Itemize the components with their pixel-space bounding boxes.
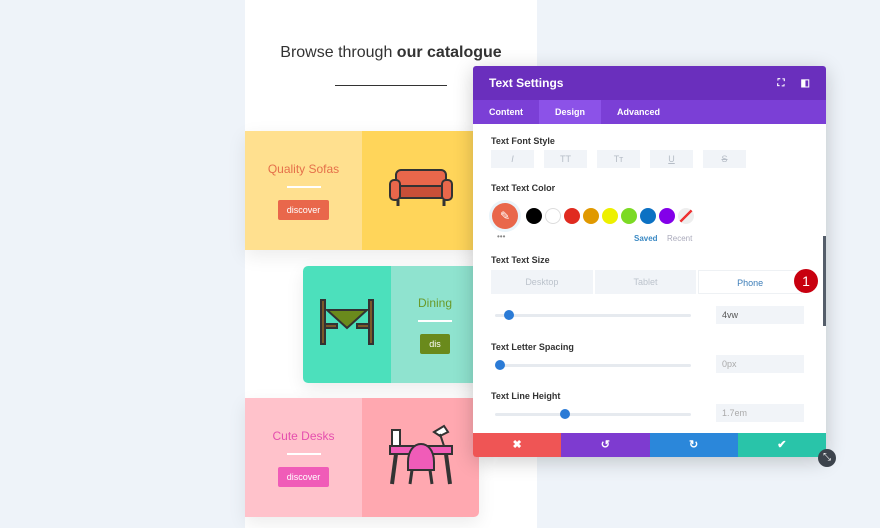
redo-button[interactable]: ↻ [649, 433, 738, 457]
spacing-label: Text Letter Spacing [491, 342, 574, 352]
close-button[interactable]: ✖ [473, 433, 562, 457]
more-colors-button[interactable]: ••• [497, 232, 505, 241]
font-style-button[interactable]: S [703, 150, 746, 168]
eyedropper-icon: ✎ [499, 209, 511, 223]
device-tab-desktop[interactable]: Desktop [491, 270, 593, 294]
card-text-panel: Quality Sofas discover [245, 131, 362, 250]
modal-title: Text Settings [489, 76, 564, 90]
dining-table-icon [319, 298, 375, 351]
card-divider [286, 185, 321, 188]
tab-content[interactable]: Content [473, 100, 539, 124]
discover-button[interactable]: discover [277, 466, 330, 487]
modal-footer: ✖ ↺ ↻ ✔ [473, 433, 826, 457]
card-divider [418, 319, 452, 322]
saved-tab[interactable]: Saved [634, 234, 658, 243]
font-style-label: Text Font Style [491, 136, 555, 146]
card-title: Cute Desks [272, 428, 335, 443]
card-title: Dining [417, 295, 453, 310]
card-image-panel [362, 131, 479, 250]
card-quality-sofas: Quality Sofas discover [245, 131, 479, 250]
font-style-button[interactable]: TT [544, 150, 587, 168]
page-heading: Browse through our catalogue [280, 44, 502, 61]
slider-handle[interactable] [560, 409, 571, 419]
card-image-panel [362, 398, 479, 517]
color-swatch[interactable] [659, 208, 675, 224]
card-text-panel: Cute Desks discover [245, 398, 362, 517]
font-style-button[interactable]: Tт [597, 150, 640, 168]
color-swatch[interactable] [526, 208, 542, 224]
color-swatch[interactable] [621, 208, 637, 224]
color-swatches [526, 208, 694, 224]
card-divider [286, 452, 321, 455]
recent-tab[interactable]: Recent [667, 234, 692, 243]
font-style-button[interactable]: U [650, 150, 693, 168]
close-icon: ✖ [512, 439, 522, 451]
color-swatch[interactable] [583, 208, 599, 224]
card-cute-desks: Cute Desks discover [245, 398, 479, 517]
color-swatch[interactable] [640, 208, 656, 224]
spacing-slider[interactable] [495, 360, 691, 370]
discover-button[interactable]: dis [420, 333, 450, 354]
tab-design[interactable]: Design [539, 100, 602, 124]
color-swatch[interactable] [602, 208, 618, 224]
sidebar-toggle-icon[interactable]: ◧ [801, 78, 810, 89]
text-settings-modal: Text Settings ⛶ ◧ Content Design Advanced T… [473, 66, 826, 457]
slider-handle[interactable] [495, 360, 505, 370]
spacing-input[interactable]: 0px [716, 355, 804, 373]
scrollbar[interactable] [823, 236, 826, 326]
size-input[interactable]: 4vw [716, 306, 804, 324]
tab-advanced[interactable]: Advanced [601, 100, 676, 124]
check-button[interactable]: ✔ [737, 433, 826, 457]
resize-handle-icon[interactable]: ⤡ [818, 449, 836, 467]
device-tab-tablet[interactable]: Tablet [594, 270, 697, 294]
step-badge: 1 [794, 269, 818, 293]
lineheight-input[interactable]: 1.7em [716, 404, 804, 422]
modal-tabs: Content Design Advanced [473, 100, 826, 124]
color-label: Text Text Color [491, 183, 556, 193]
font-style-buttons: I TT Tт U S [491, 150, 746, 168]
lineheight-slider[interactable] [495, 409, 691, 419]
color-swatch[interactable] [564, 208, 580, 224]
check-icon: ✔ [777, 439, 787, 451]
undo-icon: ↺ [600, 439, 610, 451]
card-image-panel [303, 266, 391, 383]
slider-handle[interactable] [504, 310, 515, 320]
desk-icon [388, 422, 454, 493]
size-slider[interactable] [495, 310, 691, 320]
device-tab-phone[interactable]: Phone [698, 270, 803, 294]
card-title: Quality Sofas [267, 161, 340, 176]
modal-header: Text Settings ⛶ ◧ [473, 66, 826, 100]
card-text-panel: Dining dis [391, 266, 479, 383]
discover-button[interactable]: discover [277, 199, 330, 220]
color-swatch[interactable] [545, 208, 561, 224]
card-dining: Dining dis [303, 266, 479, 383]
redo-icon: ↻ [689, 439, 699, 451]
lineheight-label: Text Line Height [491, 391, 561, 401]
no-color-swatch[interactable] [678, 208, 694, 224]
font-style-button[interactable]: I [491, 150, 534, 168]
fullscreen-icon[interactable]: ⛶ [778, 78, 785, 89]
undo-button[interactable]: ↺ [561, 433, 650, 457]
divider [335, 85, 447, 86]
device-tabs: Desktop Tablet Phone [491, 270, 804, 294]
size-label: Text Text Size [491, 255, 550, 265]
sofa-icon [388, 168, 454, 213]
eyedropper-color-picker[interactable]: ✎ [492, 203, 518, 229]
